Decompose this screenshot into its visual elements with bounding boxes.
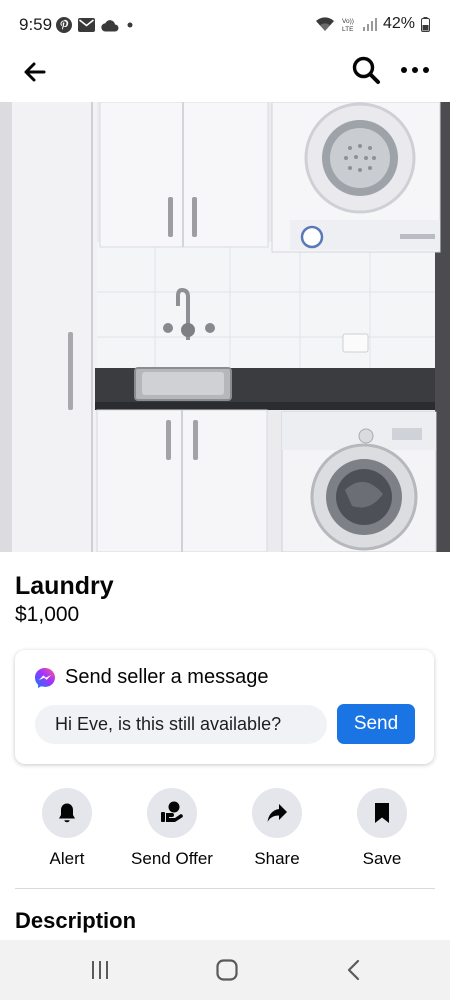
status-bar: 9:59 Vo)) LTE 42% — [0, 0, 450, 48]
svg-text:Vo)): Vo)) — [342, 18, 354, 25]
save-button[interactable] — [357, 788, 407, 838]
offer-icon — [161, 801, 183, 822]
more-icon — [401, 67, 429, 73]
alert-action[interactable]: Alert — [12, 788, 122, 869]
recent-apps-icon — [92, 961, 108, 979]
app-bar — [0, 48, 450, 102]
share-action[interactable]: Share — [222, 788, 332, 869]
action-row: Alert Send Offer Share Save — [0, 788, 450, 872]
message-input[interactable]: Hi Eve, is this still available? — [35, 705, 327, 744]
laundry-photo-image — [0, 102, 450, 552]
signal-icon — [362, 18, 377, 31]
home-icon — [216, 959, 238, 981]
back-arrow-icon — [24, 62, 46, 82]
section-divider — [15, 888, 435, 889]
send-message-card: Send seller a message Hi Eve, is this st… — [15, 650, 434, 764]
pinterest-icon — [56, 17, 72, 33]
messenger-icon — [35, 668, 55, 688]
system-nav-bar — [0, 940, 450, 1000]
description-heading: Description — [15, 908, 137, 933]
save-action[interactable]: Save — [327, 788, 437, 869]
battery-icon — [421, 16, 430, 32]
message-card-title: Send seller a message — [65, 666, 269, 688]
status-right: Vo)) LTE 42% — [315, 15, 430, 33]
send-offer-label: Send Offer — [131, 849, 213, 868]
back-button[interactable] — [20, 56, 52, 88]
recent-apps-button[interactable] — [88, 958, 112, 982]
notification-icons — [56, 17, 135, 33]
listing-photo[interactable] — [0, 102, 450, 552]
bell-icon — [59, 803, 75, 823]
save-label: Save — [362, 849, 402, 868]
battery-level: 42% — [382, 15, 415, 32]
home-button[interactable] — [214, 957, 240, 983]
dot-icon — [127, 22, 133, 28]
share-icon — [267, 804, 287, 822]
mail-icon — [78, 18, 95, 32]
nav-back-button[interactable] — [342, 957, 366, 983]
search-button[interactable] — [350, 54, 382, 86]
svg-text:LTE: LTE — [342, 26, 354, 32]
share-button[interactable] — [252, 788, 302, 838]
status-time: 9:59 — [19, 15, 53, 34]
back-icon — [347, 959, 360, 981]
listing-price: $1,000 — [15, 603, 80, 626]
send-offer-button[interactable] — [147, 788, 197, 838]
alert-label: Alert — [49, 849, 85, 868]
volte-icon: Vo))LTE — [342, 18, 354, 32]
send-offer-action[interactable]: Send Offer — [117, 788, 227, 869]
search-icon — [352, 56, 380, 84]
share-label: Share — [254, 849, 300, 868]
bookmark-icon — [375, 803, 389, 823]
alert-button[interactable] — [42, 788, 92, 838]
send-button[interactable]: Send — [337, 704, 415, 744]
more-options-button[interactable] — [398, 54, 432, 86]
listing-title: Laundry — [15, 572, 114, 600]
message-input-value: Hi Eve, is this still available? — [55, 714, 282, 734]
wifi-icon — [315, 17, 334, 31]
cloud-icon — [101, 19, 119, 32]
